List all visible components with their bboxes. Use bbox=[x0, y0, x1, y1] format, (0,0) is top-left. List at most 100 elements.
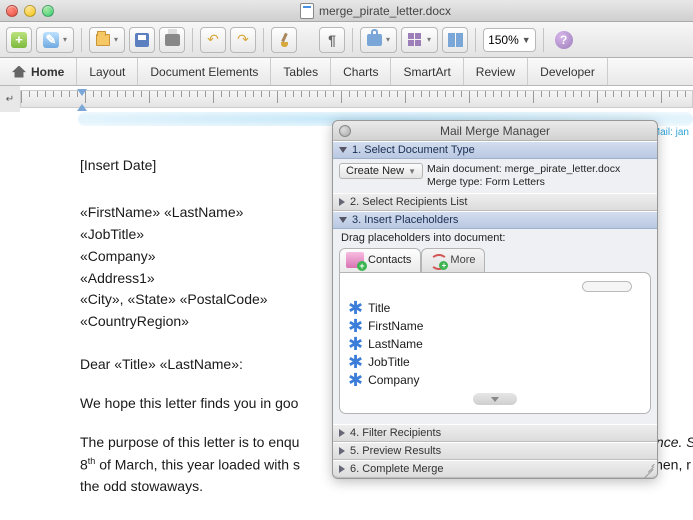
tab-smartart[interactable]: SmartArt bbox=[391, 58, 463, 85]
contacts-icon bbox=[346, 252, 364, 268]
section-label: 1. Select Document Type bbox=[352, 144, 475, 156]
resize-grip[interactable] bbox=[641, 462, 655, 476]
chevron-down-icon: ▼ bbox=[408, 167, 416, 176]
merge-field-item[interactable]: ✱ LastName bbox=[348, 335, 642, 353]
button-label: Create New bbox=[346, 165, 404, 177]
print-button[interactable] bbox=[159, 27, 185, 53]
merge-field-icon: ✱ bbox=[348, 337, 363, 351]
arrow-icon: ↵ bbox=[6, 94, 14, 105]
disclosure-triangle-icon bbox=[339, 465, 345, 473]
window-titlebar: merge_pirate_letter.docx bbox=[0, 0, 693, 22]
section-preview-results[interactable]: 5. Preview Results bbox=[333, 442, 657, 460]
section-label: 4. Filter Recipients bbox=[350, 427, 441, 439]
tab-layout[interactable]: Layout bbox=[77, 58, 138, 85]
tab-label: Charts bbox=[343, 65, 378, 79]
open-button[interactable]: ▾ bbox=[89, 27, 125, 53]
panel-titlebar[interactable]: Mail Merge Manager bbox=[333, 121, 657, 141]
tab-review[interactable]: Review bbox=[464, 58, 528, 85]
merge-field-icon: ✱ bbox=[348, 355, 363, 369]
view-mode-button[interactable]: ↵ bbox=[0, 86, 20, 112]
save-button[interactable] bbox=[129, 27, 155, 53]
section-select-document-type[interactable]: 1. Select Document Type bbox=[333, 141, 657, 159]
merge-field-item[interactable]: ✱ FirstName bbox=[348, 317, 642, 335]
tab-label: Home bbox=[31, 65, 64, 79]
create-new-button[interactable]: Create New ▼ bbox=[339, 163, 423, 179]
section-complete-merge[interactable]: 6. Complete Merge bbox=[333, 460, 657, 478]
zoom-select[interactable]: 150% ▼ bbox=[483, 28, 536, 52]
format-painter-button[interactable] bbox=[271, 27, 297, 53]
minimize-window-button[interactable] bbox=[24, 5, 36, 17]
panel-close-button[interactable] bbox=[339, 125, 351, 137]
merge-field-item[interactable]: ✱ Title bbox=[348, 299, 642, 317]
disclosure-triangle-icon bbox=[339, 447, 345, 455]
section-label: 3. Insert Placeholders bbox=[352, 214, 458, 226]
section-label: 2. Select Recipients List bbox=[350, 196, 467, 208]
window-title: merge_pirate_letter.docx bbox=[319, 4, 451, 18]
sidebar-panels-button[interactable] bbox=[442, 27, 468, 53]
undo-button[interactable]: ↶ bbox=[200, 27, 226, 53]
section-select-recipients[interactable]: 2. Select Recipients List bbox=[333, 193, 657, 211]
document-info: Main document: merge_pirate_letter.docx … bbox=[427, 163, 620, 189]
section-label: 6. Complete Merge bbox=[350, 463, 444, 475]
tab-charts[interactable]: Charts bbox=[331, 58, 391, 85]
show-paragraph-marks-button[interactable]: ¶ bbox=[319, 27, 345, 53]
mail-merge-manager-panel[interactable]: Mail Merge Manager 1. Select Document Ty… bbox=[332, 120, 658, 479]
field-label: JobTitle bbox=[368, 355, 410, 369]
document-icon bbox=[300, 3, 314, 19]
tab-tables[interactable]: Tables bbox=[271, 58, 331, 85]
disclosure-triangle-icon bbox=[339, 198, 345, 206]
standard-toolbar: + ✎▾ ▾ ↶ ↷ ¶ ▾ ▾ 150% ▼ ? bbox=[0, 22, 693, 58]
body-paragraph: the odd stowaways. bbox=[80, 477, 693, 496]
chevron-down-icon: ▾ bbox=[427, 35, 431, 44]
redo-button[interactable]: ↷ bbox=[230, 27, 256, 53]
section-filter-recipients[interactable]: 4. Filter Recipients bbox=[333, 424, 657, 442]
new-from-template-button[interactable]: ✎▾ bbox=[36, 27, 74, 53]
chevron-down-icon bbox=[491, 397, 499, 402]
disclosure-triangle-icon bbox=[339, 429, 345, 437]
tab-document-elements[interactable]: Document Elements bbox=[138, 58, 271, 85]
home-icon bbox=[12, 66, 26, 78]
field-label: Company bbox=[368, 373, 419, 387]
chevron-down-icon: ▼ bbox=[522, 35, 531, 45]
drag-hint-text: Drag placeholders into document: bbox=[333, 229, 657, 244]
tab-label: Tables bbox=[283, 65, 318, 79]
chevron-down-icon: ▾ bbox=[63, 35, 67, 44]
section-insert-placeholders[interactable]: 3. Insert Placeholders bbox=[333, 211, 657, 229]
chevron-down-icon: ▾ bbox=[114, 35, 118, 44]
tab-label: More bbox=[450, 254, 475, 266]
tab-home[interactable]: Home bbox=[0, 58, 77, 85]
chevron-down-icon: ▾ bbox=[386, 35, 390, 44]
tab-developer[interactable]: Developer bbox=[528, 58, 608, 85]
main-document-label: Main document: merge_pirate_letter.docx bbox=[427, 163, 620, 176]
section-1-body: Create New ▼ Main document: merge_pirate… bbox=[333, 159, 657, 193]
placeholder-field-box: ✱ Title ✱ FirstName ✱ LastName ✱ JobTitle ✱C… bbox=[339, 272, 651, 414]
new-document-button[interactable]: + bbox=[6, 27, 32, 53]
merge-field-item[interactable]: ✱Company bbox=[348, 371, 642, 389]
tab-label: Contacts bbox=[368, 254, 411, 266]
zoom-window-button[interactable] bbox=[42, 5, 54, 17]
disclosure-triangle-icon bbox=[339, 147, 347, 153]
close-window-button[interactable] bbox=[6, 5, 18, 17]
disclosure-triangle-icon bbox=[339, 217, 347, 223]
merge-field-icon: ✱ bbox=[348, 319, 363, 333]
panel-title-text: Mail Merge Manager bbox=[440, 124, 550, 138]
placeholders-tab-contacts[interactable]: Contacts bbox=[339, 248, 421, 272]
merge-field-item[interactable]: ✱ JobTitle bbox=[348, 353, 642, 371]
placeholders-tab-more[interactable]: More bbox=[421, 248, 485, 272]
field-label: Title bbox=[368, 301, 390, 315]
tab-label: Document Elements bbox=[150, 65, 258, 79]
help-button[interactable]: ? bbox=[551, 27, 577, 53]
field-label: FirstName bbox=[368, 319, 423, 333]
gallery-button[interactable]: ▾ bbox=[401, 27, 438, 53]
field-label: LastName bbox=[368, 337, 423, 351]
ribbon-tabs: Home Layout Document Elements Tables Cha… bbox=[0, 58, 693, 86]
horizontal-ruler[interactable] bbox=[20, 90, 693, 108]
horizontal-thumb[interactable] bbox=[582, 281, 632, 292]
merge-type-label: Merge type: Form Letters bbox=[427, 176, 620, 189]
ruler-region: ↵ bbox=[0, 86, 693, 112]
toolbox-button[interactable]: ▾ bbox=[360, 27, 397, 53]
tab-label: Developer bbox=[540, 65, 595, 79]
merge-field-icon: ✱ bbox=[348, 301, 363, 315]
scroll-thumb[interactable] bbox=[473, 393, 517, 405]
tab-label: Layout bbox=[89, 65, 125, 79]
